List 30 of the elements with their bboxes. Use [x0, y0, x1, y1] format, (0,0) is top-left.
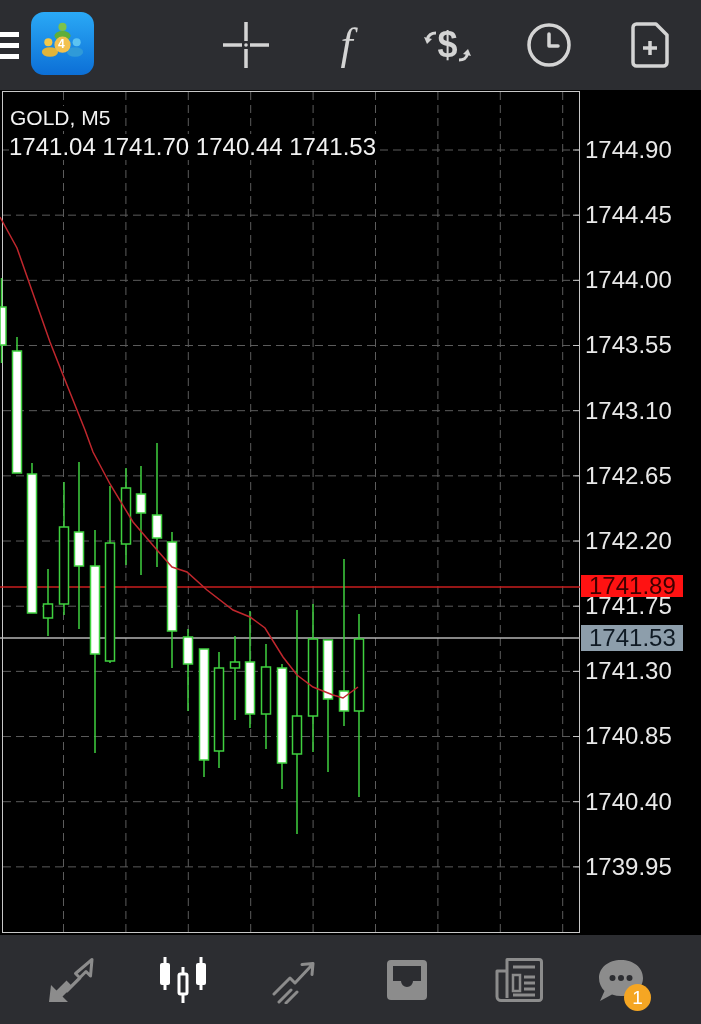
- bid-price-tag: 1741.53: [581, 625, 683, 651]
- hollow-candle: [42, 568, 54, 637]
- diagonal-arrows-icon: [47, 955, 95, 1004]
- curved-arrow-icon: [457, 49, 471, 63]
- menu-icon[interactable]: [0, 31, 19, 59]
- ohlc-values: 1741.04 1741.70 1740.44 1741.53: [9, 134, 377, 160]
- notification-badge: 1: [624, 983, 651, 1011]
- crosshair-icon[interactable]: [222, 22, 269, 68]
- clock-icon[interactable]: [526, 23, 571, 67]
- price-axis-label: 1743.55: [585, 336, 672, 355]
- price-axis-label: 1741.75: [585, 597, 672, 616]
- price-axis-label: 1741.30: [585, 662, 672, 681]
- price-axis-label: 1740.85: [585, 727, 672, 746]
- price-axis-label: 1742.20: [585, 531, 672, 550]
- logo-number: 4: [58, 38, 65, 51]
- newspaper-icon: [494, 955, 544, 1004]
- price-axis-label: 1744.90: [585, 140, 672, 159]
- symbol-button[interactable]: $: [424, 23, 471, 67]
- price-axis-label: 1742.65: [585, 466, 672, 485]
- chart-symbol-title: GOLD, M5: [9, 106, 111, 130]
- candlestick-icon: [157, 955, 209, 1004]
- price-axis-label: 1744.00: [585, 271, 672, 290]
- price-axis-label: 1743.10: [585, 401, 672, 420]
- price-axis-label: 1739.95: [585, 857, 672, 876]
- function-button[interactable]: f: [332, 22, 361, 68]
- ask-price-tag: 1741.89: [581, 575, 683, 597]
- add-document-icon[interactable]: [630, 22, 669, 68]
- price-axis-label: 1740.40: [585, 792, 672, 811]
- curved-arrow-icon: [424, 30, 438, 44]
- price-axis-label: 1744.45: [585, 206, 672, 225]
